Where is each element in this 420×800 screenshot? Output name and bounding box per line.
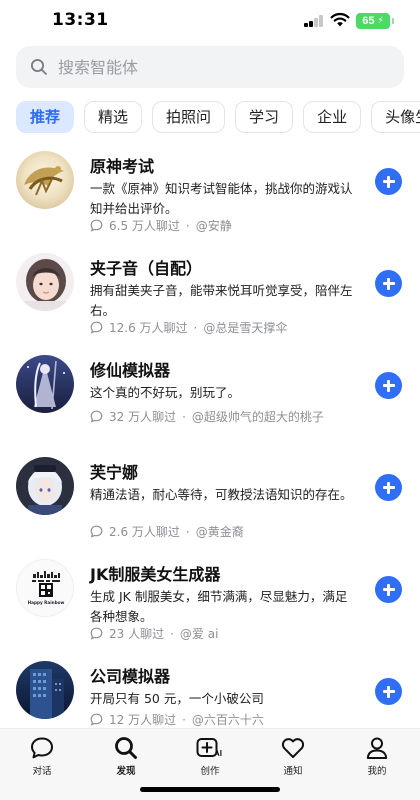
agent-author[interactable]: @黄金裔 (196, 523, 244, 540)
agent-meta: 12.6 万人聊过 · @总是雪天撑伞 (90, 319, 287, 336)
tab-avatar-generation[interactable]: 头像生 (371, 101, 420, 133)
meta-separator: · (185, 218, 190, 233)
agent-avatar: Happy Rainbow (16, 559, 74, 617)
add-agent-button[interactable] (375, 372, 402, 399)
nav-label: 我的 (367, 766, 387, 777)
nav-discover[interactable]: 发现 (96, 735, 156, 779)
agent-description: 拥有甜美夹子音，能带来悦耳听觉享受，陪伴左右。 (90, 283, 353, 318)
nav-label: 对话 (32, 766, 52, 777)
agent-name: 夹子音（自配） (90, 259, 203, 278)
agent-name: 公司模拟器 (90, 667, 171, 686)
list-item[interactable]: 夹子音（自配） 拥有甜美夹子音，能带来悦耳听觉享受，陪伴左右。 12.6 万人聊… (0, 244, 420, 346)
agent-meta: 2.6 万人聊过 · @黄金裔 (90, 523, 244, 540)
chat-count-icon (90, 525, 103, 538)
list-item[interactable]: 修仙模拟器 这个真的不好玩，别玩了。 32 万人聊过 · @超级帅气的超大的桃子 (0, 346, 420, 448)
search-icon (30, 58, 47, 75)
add-agent-button[interactable] (375, 678, 402, 705)
tab-enterprise[interactable]: 企业 (303, 101, 362, 133)
charging-bolt-icon: ⚡ (377, 16, 384, 26)
home-indicator (140, 787, 280, 792)
person-icon (366, 737, 388, 759)
meta-separator: · (185, 524, 190, 539)
nav-label: 创作 (200, 766, 220, 777)
list-item[interactable]: 芙宁娜 精通法语，耐心等待，可教授法语知识的存在。 2.6 万人聊过 · @黄金… (0, 448, 420, 550)
add-agent-button[interactable] (375, 576, 402, 603)
add-agent-button[interactable] (375, 168, 402, 195)
battery-level: 65 (362, 15, 375, 27)
tab-study[interactable]: 学习 (235, 101, 294, 133)
search-input[interactable] (58, 57, 378, 77)
add-agent-button[interactable] (375, 270, 402, 297)
chat-count: 23 人聊过 (109, 627, 165, 641)
search-icon (115, 737, 137, 759)
chat-count-icon (90, 321, 103, 334)
nav-chat[interactable]: 对话 (12, 735, 72, 779)
heart-icon (281, 738, 305, 758)
tab-photo-ask[interactable]: 拍照问 (152, 101, 226, 133)
meta-separator: · (182, 409, 186, 424)
chat-count: 2.6 万人聊过 (109, 525, 180, 539)
status-time: 13:31 (52, 10, 109, 30)
tab-recommended[interactable]: 推荐 (16, 101, 75, 133)
agent-meta: 32 万人聊过 · @超级帅气的超大的桃子 (90, 408, 324, 425)
agent-description: 开局只有 50 元，一个小破公司 (90, 691, 264, 706)
chat-bubble-icon (31, 737, 53, 759)
agent-avatar (16, 253, 74, 311)
agent-description: 一款《原神》知识考试智能体，挑战你的游戏认知并给出评价。 (90, 181, 353, 216)
tab-featured[interactable]: 精选 (84, 101, 143, 133)
meta-separator: · (170, 626, 174, 641)
nav-profile[interactable]: 我的 (347, 735, 407, 779)
search-bar[interactable] (16, 46, 404, 88)
meta-separator: · (193, 320, 198, 335)
nav-label: 通知 (283, 766, 303, 777)
agent-meta: 6.5 万人聊过 · @安静 (90, 217, 232, 234)
agent-author[interactable]: @爱 ai (180, 625, 219, 642)
agent-avatar (16, 151, 74, 209)
agent-author[interactable]: @总是雪天撑伞 (203, 319, 287, 336)
add-agent-button[interactable] (375, 474, 402, 501)
list-item[interactable]: Happy Rainbow JK制服美女生成器 生成 JK 制服美女，细节满满，… (0, 550, 420, 652)
agent-meta: 23 人聊过 · @爱 ai (90, 625, 218, 642)
agent-name: 芙宁娜 (90, 463, 139, 482)
agent-author[interactable]: @安静 (196, 217, 232, 234)
agent-avatar (16, 661, 74, 719)
agent-description: 生成 JK 制服美女，细节满满，尽显魅力，满足各种想象。 (90, 589, 348, 624)
agent-description: 这个真的不好玩，别玩了。 (90, 385, 241, 400)
agent-meta: 12 万人聊过 · @六百六十六 (90, 711, 264, 728)
wifi-icon (330, 12, 350, 27)
svg-text:AI: AI (214, 749, 222, 758)
agent-author[interactable]: @六百六十六 (192, 711, 264, 728)
category-tabs: 推荐 精选 拍照问 学习 企业 头像生 (16, 101, 420, 133)
chat-count: 12.6 万人聊过 (109, 321, 188, 335)
agent-avatar (16, 355, 74, 413)
chat-count-icon (90, 410, 103, 423)
battery-cap (392, 18, 394, 24)
chat-count: 12 万人聊过 (109, 713, 177, 727)
chat-count: 32 万人聊过 (109, 410, 177, 424)
agent-description: 精通法语，耐心等待，可教授法语知识的存在。 (90, 487, 353, 502)
nav-create[interactable]: AI 创作 (180, 735, 240, 779)
agent-avatar (16, 457, 74, 515)
create-ai-icon: AI (196, 738, 222, 758)
nav-label: 发现 (116, 766, 136, 777)
nav-notifications[interactable]: 通知 (263, 735, 323, 779)
agent-name: 修仙模拟器 (90, 361, 171, 380)
chat-count-icon (90, 627, 103, 640)
jk-logo-text: Happy Rainbow (28, 600, 65, 605)
agent-name: 原神考试 (90, 157, 155, 176)
list-item[interactable]: 原神考试 一款《原神》知识考试智能体，挑战你的游戏认知并给出评价。 6.5 万人… (0, 142, 420, 244)
agent-list: 原神考试 一款《原神》知识考试智能体，挑战你的游戏认知并给出评价。 6.5 万人… (0, 142, 420, 754)
meta-separator: · (182, 712, 186, 727)
chat-count: 6.5 万人聊过 (109, 219, 180, 233)
chat-count-icon (90, 219, 103, 232)
battery-indicator: 65 ⚡ (356, 13, 394, 29)
chat-count-icon (90, 713, 103, 726)
cellular-signal-icon (304, 15, 324, 27)
agent-name: JK制服美女生成器 (90, 565, 221, 584)
agent-author[interactable]: @超级帅气的超大的桃子 (192, 408, 324, 425)
status-bar: 13:31 65 ⚡ (0, 0, 420, 44)
